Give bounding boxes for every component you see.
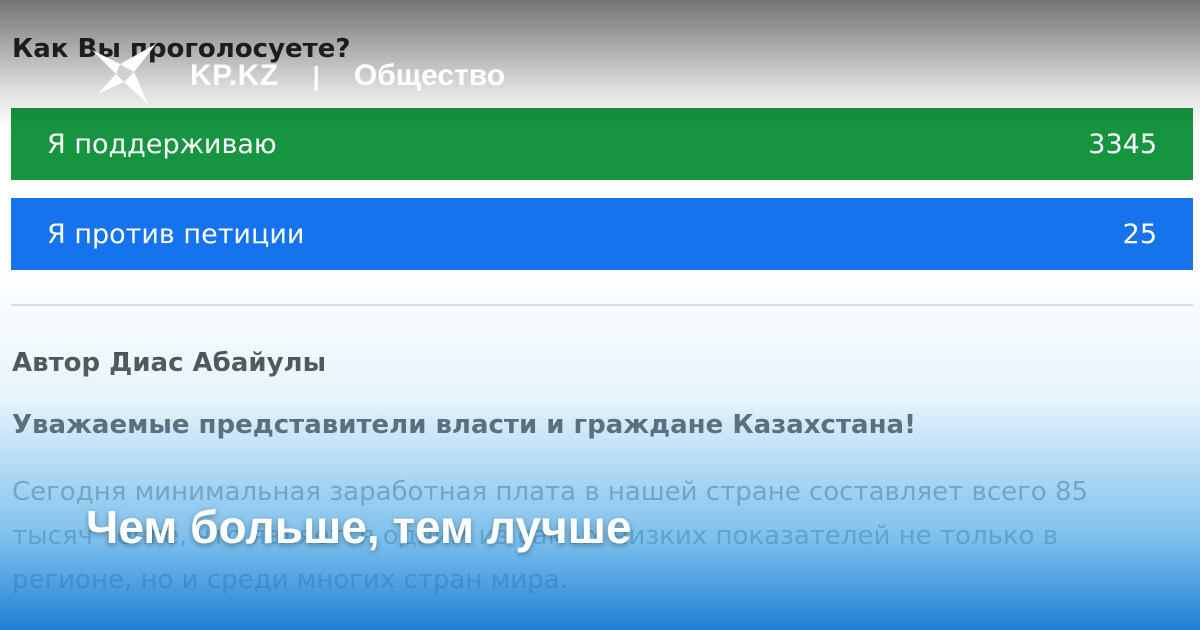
- poll-option-count: 25: [1122, 218, 1157, 250]
- poll-option-count: 3345: [1088, 128, 1157, 160]
- site-name-link[interactable]: KP.KZ: [190, 59, 279, 93]
- brand-bar: KP.KZ | Общество: [90, 42, 505, 110]
- headline: Чем больше, тем лучше: [86, 501, 632, 553]
- poll-option-against[interactable]: Я против петиции 25: [11, 198, 1193, 270]
- page: Как Вы проголосуете? Я поддерживаю 3345 …: [0, 0, 1200, 630]
- poll-option-support[interactable]: Я поддерживаю 3345: [11, 108, 1193, 180]
- swallow-bird-icon[interactable]: [90, 42, 160, 110]
- divider: [11, 304, 1193, 306]
- poll-option-label: Я поддерживаю: [47, 128, 277, 160]
- poll-option-label: Я против петиции: [47, 218, 305, 250]
- article-author: Автор Диас Абайулы: [12, 348, 327, 378]
- brand-separator: |: [312, 60, 320, 91]
- section-link[interactable]: Общество: [354, 59, 505, 93]
- article-greeting: Уважаемые представители власти и граждан…: [12, 410, 916, 440]
